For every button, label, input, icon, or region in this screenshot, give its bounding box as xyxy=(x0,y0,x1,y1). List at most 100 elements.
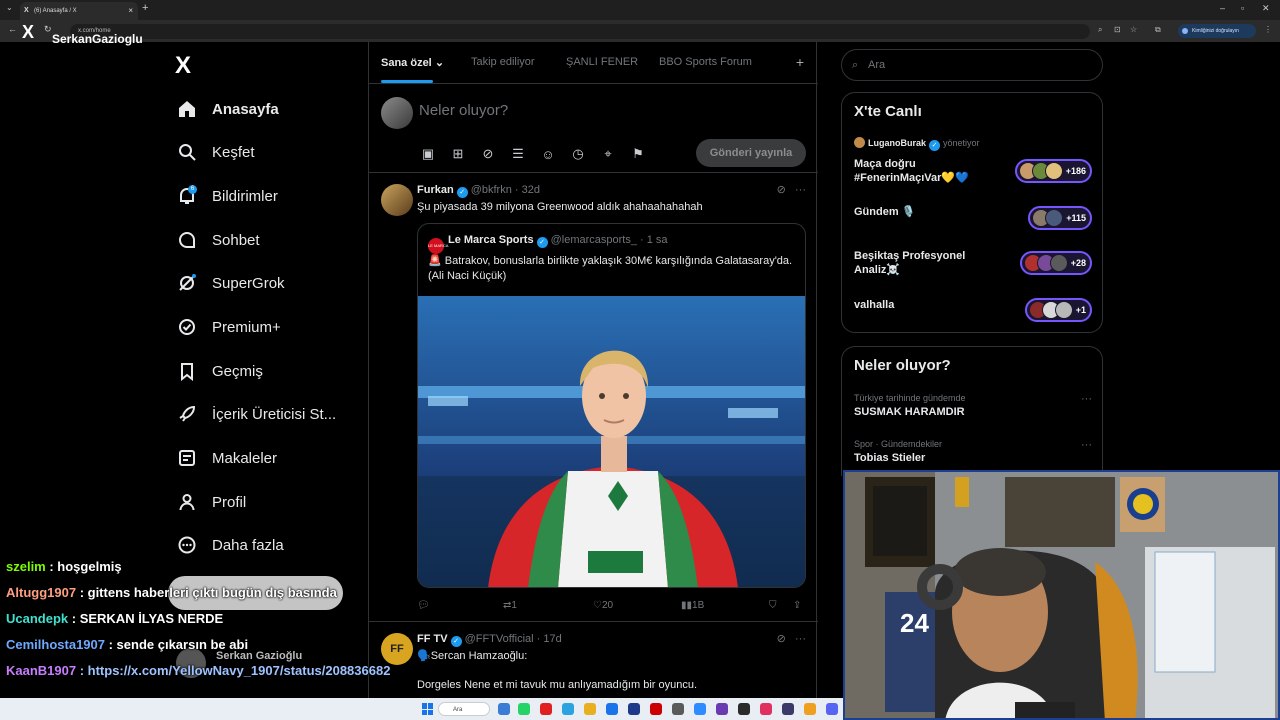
post-button[interactable]: Gönderi yayınla xyxy=(696,139,806,167)
person-icon xyxy=(176,491,198,513)
composer-input[interactable]: Neler oluyor? xyxy=(419,102,508,119)
nav-creator-studio[interactable]: İçerik Üreticisi St... xyxy=(176,399,336,429)
share-button[interactable]: ⇪ xyxy=(793,600,801,611)
menu-icon[interactable]: ⋮ xyxy=(1264,25,1272,34)
extensions-icon[interactable]: ⧉ xyxy=(1155,25,1161,35)
tab-sanli-fener[interactable]: ŞANLI FENER xyxy=(566,56,638,68)
maximize-icon[interactable]: ▫ xyxy=(1241,3,1244,13)
repost-button[interactable]: ⇄ 1 xyxy=(503,600,517,611)
nav-chat[interactable]: Sohbet xyxy=(176,225,260,255)
app-icon[interactable] xyxy=(716,703,728,715)
nav-articles[interactable]: Makaleler xyxy=(176,443,277,473)
tweet-time: · 32d xyxy=(514,184,540,196)
composer: Neler oluyor? ▣ ⊞ ⊘ ☰ ☺ ◷ ⌖ ⚑ Gönderi ya… xyxy=(369,85,818,173)
live-space-item[interactable]: Beşiktaş Profesyonel Analiz☠️ +28 xyxy=(854,249,1092,279)
fftv-avatar[interactable]: FF xyxy=(381,633,413,665)
app-icon[interactable] xyxy=(738,703,750,715)
back-icon[interactable]: ← xyxy=(8,24,17,34)
nav-notifications[interactable]: 6 Bildirimler xyxy=(176,181,278,211)
nav-more[interactable]: Daha fazla xyxy=(176,530,284,560)
reply-button[interactable]: 💬︎ xyxy=(417,600,430,611)
quote-photo[interactable] xyxy=(418,296,805,587)
chat-message: Ucandepk : SERKAN İLYAS NERDE xyxy=(6,611,223,626)
poll-icon[interactable]: ☰ xyxy=(509,145,527,163)
trend-item[interactable]: Spor · Gündemdekiler Tobias Stieler ··· xyxy=(854,439,1092,464)
file-explorer-icon[interactable] xyxy=(498,703,510,715)
quoted-tweet[interactable]: LE MARCALe Marca Sports ✓ @lemarcasports_ … xyxy=(417,223,806,588)
reload-icon[interactable]: ↻ xyxy=(44,24,52,35)
live-host[interactable]: LuganoBurak ✓ yönetiyor xyxy=(854,137,980,151)
grok-compose-icon[interactable]: ⊘ xyxy=(479,145,497,163)
app-icon[interactable] xyxy=(760,703,772,715)
image-icon[interactable]: ▣ xyxy=(419,145,437,163)
nav-explore[interactable]: Keşfet xyxy=(176,137,255,167)
edge-icon[interactable] xyxy=(606,703,618,715)
add-tab-icon[interactable]: + xyxy=(796,54,804,70)
more-icon xyxy=(176,534,198,556)
trend-more-icon[interactable]: ··· xyxy=(1081,393,1092,405)
feed-tabs: Sana özel ⌄ Takip ediliyor ŞANLI FENER B… xyxy=(369,42,818,84)
more-options-icon[interactable]: ··· xyxy=(795,184,806,196)
star-icon[interactable]: ☆ xyxy=(1130,25,1137,34)
taskbar-search[interactable]: Ara xyxy=(438,702,490,716)
nav-history[interactable]: Geçmiş xyxy=(176,356,263,386)
app-icon[interactable] xyxy=(782,703,794,715)
location-icon[interactable]: ⌖ xyxy=(599,145,617,163)
gif-icon[interactable]: ⊞ xyxy=(449,145,467,163)
close-tab-icon[interactable]: × xyxy=(128,2,133,20)
youtube-icon[interactable] xyxy=(540,703,552,715)
tab-following[interactable]: Takip ediliyor xyxy=(471,56,535,68)
browser-tab[interactable]: X (6) Anasayfa / X × xyxy=(20,2,138,20)
windows-start-icon[interactable] xyxy=(422,703,434,715)
schedule-icon[interactable]: ◷ xyxy=(569,145,587,163)
chat-user: KaanB1907 xyxy=(6,663,77,678)
minimize-icon[interactable]: – xyxy=(1220,3,1225,13)
tweet[interactable]: Furkan ✓ @bkfrkn · 32d ⊘ ··· Şu piyasada 3… xyxy=(369,174,818,622)
nav-premium[interactable]: Premium+ xyxy=(176,312,281,342)
tweet-author-name[interactable]: Furkan xyxy=(417,184,454,196)
identity-chip[interactable]: Kimliğinizi doğrulayın xyxy=(1178,24,1256,38)
grok-explain-icon[interactable]: ⊘ xyxy=(777,633,786,645)
live-space-item[interactable]: Gündem 🎙️ +115 xyxy=(854,205,1092,231)
tweet-author-name[interactable]: FF TV xyxy=(417,633,448,645)
nav-home[interactable]: Anasayfa xyxy=(176,94,279,124)
nav-label: Makaleler xyxy=(212,449,278,467)
browser-tab-bar: ⌄ X (6) Anasayfa / X × + – ▫ ✕ xyxy=(0,0,1280,20)
tweet-avatar[interactable] xyxy=(381,184,413,216)
zoom-app-icon[interactable] xyxy=(694,703,706,715)
tab-search-icon[interactable]: ⌄ xyxy=(6,3,13,12)
trend-meta: Türkiye tarihinde gündemde xyxy=(854,393,966,403)
netflix-icon[interactable] xyxy=(650,703,662,715)
search-input[interactable]: ⌕ Ara xyxy=(841,49,1103,81)
views-button[interactable]: ▮▮ 1B xyxy=(681,600,704,611)
discord-icon[interactable] xyxy=(826,703,838,715)
install-icon[interactable]: ⊡ xyxy=(1114,25,1121,34)
telegram-icon[interactable] xyxy=(562,703,574,715)
nav-profile[interactable]: Profil xyxy=(176,487,246,517)
new-tab-icon[interactable]: + xyxy=(142,2,148,14)
trend-more-icon[interactable]: ··· xyxy=(1081,439,1092,451)
x-logo[interactable]: X xyxy=(175,52,191,80)
app-icon[interactable] xyxy=(628,703,640,715)
composer-toolbar: ▣ ⊞ ⊘ ☰ ☺ ◷ ⌖ ⚑ xyxy=(419,145,647,163)
whatsapp-icon[interactable] xyxy=(518,703,530,715)
bookmark-button[interactable]: ⛉ xyxy=(769,600,777,611)
emoji-icon[interactable]: ☺ xyxy=(539,145,557,163)
trend-item[interactable]: Türkiye tarihinde gündemde SUSMAK HARAMD… xyxy=(854,393,1092,418)
app-icon[interactable] xyxy=(672,703,684,715)
close-window-icon[interactable]: ✕ xyxy=(1262,3,1270,14)
chrome-icon[interactable] xyxy=(584,703,596,715)
grok-explain-icon[interactable]: ⊘ xyxy=(777,184,786,196)
tab-for-you[interactable]: Sana özel ⌄ xyxy=(381,56,444,69)
nav-supergrok[interactable]: SuperGrok xyxy=(176,268,285,298)
zoom-icon[interactable]: ⌕ xyxy=(1098,25,1102,35)
live-space-item[interactable]: Maça doğru #FenerinMaçıVar💛💙 +186 xyxy=(854,157,1092,187)
tab-bbo-sports[interactable]: BBO Sports Forum xyxy=(659,56,752,68)
flag-icon[interactable]: ⚑ xyxy=(629,145,647,163)
app-icon[interactable] xyxy=(804,703,816,715)
live-space-item[interactable]: valhalla +1 xyxy=(854,298,1092,326)
quote-author-name[interactable]: Le Marca Sports xyxy=(448,234,534,246)
more-options-icon[interactable]: ··· xyxy=(795,633,806,645)
url-field[interactable]: x.com/home xyxy=(70,24,1090,39)
like-button[interactable]: ♡ 20 xyxy=(593,600,613,611)
